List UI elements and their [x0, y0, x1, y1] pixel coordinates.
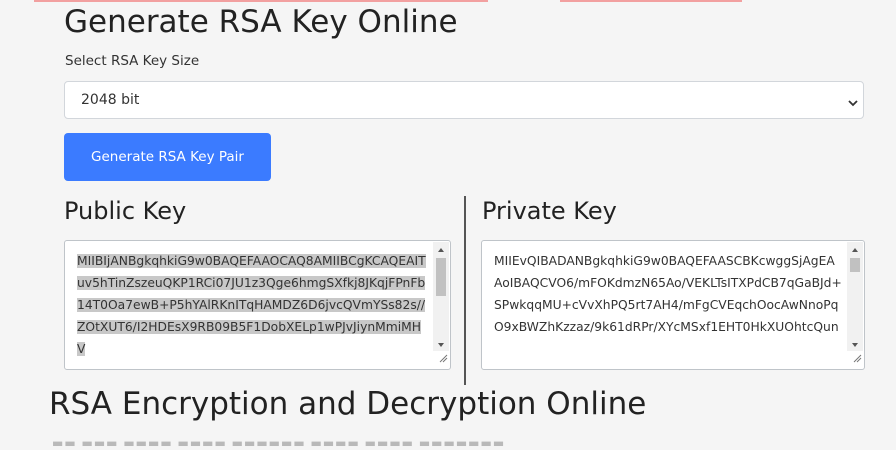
key-size-selected-value: 2048 bit — [81, 92, 140, 108]
private-key-text: MIIEvQIBADANBgkqhkiG9w0BAQEFAASCBKcwggSj… — [494, 254, 842, 334]
cropped-text-line: ▬▬ ▬▬▬ ▬▬▬▬ ▬▬▬▬ ▬▬▬▬▬▬ ▬▬▬▬ ▬▬▬▬ ▬▬▬▬▬▬… — [52, 436, 506, 450]
scroll-thumb[interactable] — [436, 258, 446, 296]
key-size-label: Select RSA Key Size — [65, 53, 200, 69]
public-key-text: MIIBIjANBgkqhkiG9w0BAQEFAAOCAQ8AMIIBCgKC… — [77, 254, 426, 356]
public-key-textarea[interactable]: MIIBIjANBgkqhkiG9w0BAQEFAAOCAQ8AMIIBCgKC… — [64, 240, 451, 370]
public-key-scrollbar[interactable] — [433, 242, 449, 351]
resize-grip-icon[interactable] — [438, 348, 448, 367]
column-divider — [464, 196, 466, 385]
private-key-textarea[interactable]: MIIEvQIBADANBgkqhkiG9w0BAQEFAASCBKcwggSj… — [481, 240, 865, 370]
private-key-title: Private Key — [482, 197, 617, 225]
page-title: Generate RSA Key Online — [64, 4, 458, 40]
scroll-thumb[interactable] — [850, 258, 860, 272]
top-accent-line — [560, 0, 742, 2]
triangle-up-icon[interactable] — [433, 242, 449, 256]
triangle-up-icon[interactable] — [847, 242, 863, 256]
encryption-section-title: RSA Encryption and Decryption Online — [49, 386, 647, 422]
chevron-down-icon — [847, 94, 859, 113]
private-key-scrollbar[interactable] — [847, 242, 863, 351]
top-accent-line — [34, 0, 488, 2]
public-key-title: Public Key — [64, 197, 187, 225]
key-size-select[interactable]: 2048 bit — [64, 81, 864, 119]
generate-key-pair-button[interactable]: Generate RSA Key Pair — [64, 133, 271, 181]
resize-grip-icon[interactable] — [852, 348, 862, 367]
